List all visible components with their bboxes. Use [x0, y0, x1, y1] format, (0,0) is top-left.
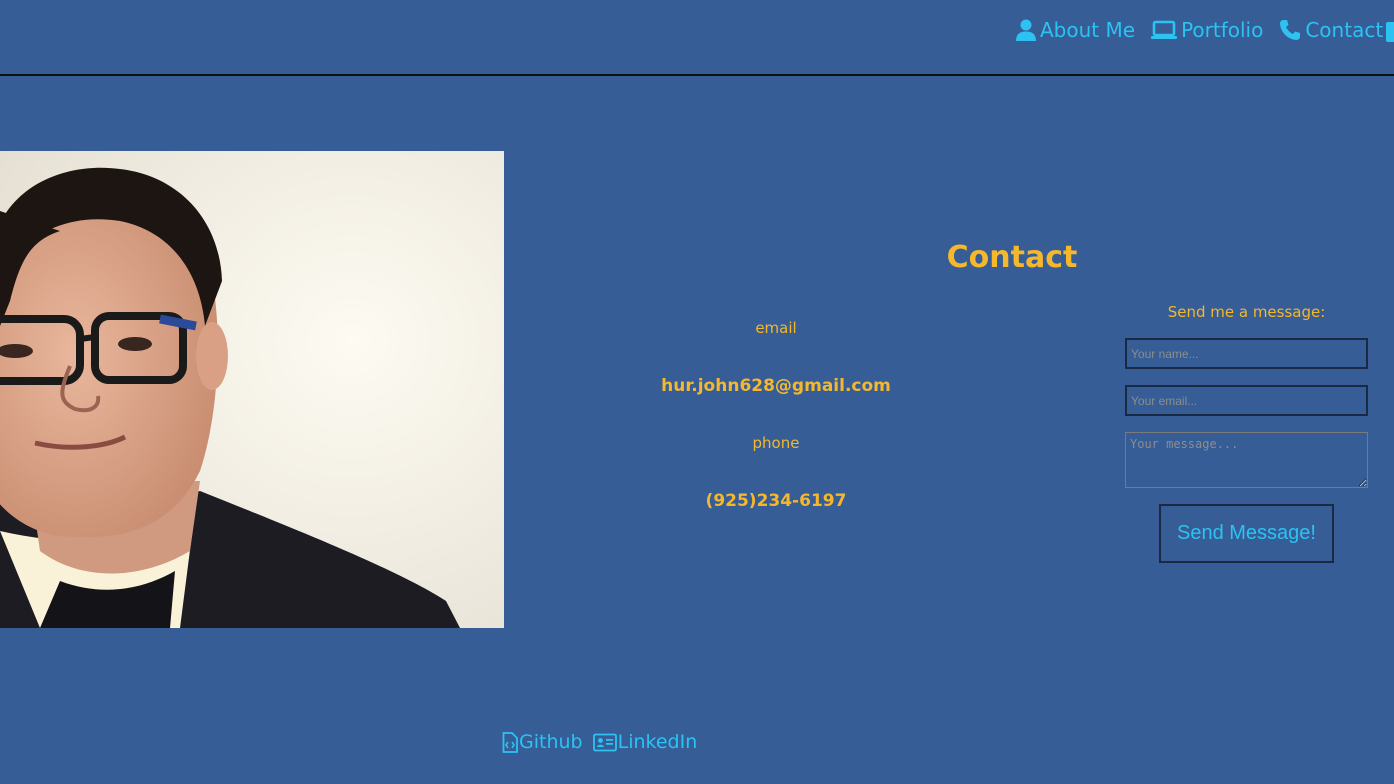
- linkedin-label: LinkedIn: [617, 731, 698, 753]
- user-icon: [1016, 19, 1036, 41]
- nav-link-about-me[interactable]: About Me: [1016, 18, 1135, 42]
- message-textarea[interactable]: [1125, 432, 1368, 488]
- contact-info: email hur.john628@gmail.com phone (925)2…: [626, 318, 926, 512]
- footer-links: Github LinkedIn: [502, 731, 707, 753]
- nav-link-label: About Me: [1040, 18, 1136, 42]
- file-code-icon: [502, 731, 518, 753]
- navbar: About Me Portfolio Contact: [0, 0, 1394, 76]
- laptop-icon: [1151, 20, 1178, 39]
- resume-icon[interactable]: [1386, 22, 1394, 42]
- email-input[interactable]: [1125, 385, 1368, 416]
- contact-title: Contact: [946, 240, 1078, 275]
- portrait-illustration: [0, 151, 504, 628]
- email-label: email: [755, 319, 797, 337]
- github-label: Github: [519, 731, 583, 753]
- id-card-icon: [592, 733, 617, 751]
- name-input[interactable]: [1125, 338, 1368, 369]
- message-form: Send me a message: Send Message!: [1125, 302, 1368, 563]
- phone-icon: [1280, 20, 1301, 40]
- linkedin-link[interactable]: LinkedIn: [592, 731, 698, 753]
- email-value: hur.john628@gmail.com: [661, 376, 891, 396]
- profile-photo: [0, 151, 504, 628]
- nav-link-contact[interactable]: Contact: [1279, 18, 1383, 42]
- github-link[interactable]: Github: [502, 731, 583, 753]
- phone-value: (925)234-6197: [705, 491, 847, 511]
- form-heading: Send me a message:: [1167, 303, 1326, 321]
- nav-link-label: Contact: [1305, 18, 1384, 42]
- nav-link-portfolio[interactable]: Portfolio: [1151, 18, 1263, 42]
- nav-links: About Me Portfolio Contact: [1016, 18, 1394, 42]
- send-message-button[interactable]: Send Message!: [1159, 504, 1334, 563]
- phone-label: phone: [752, 434, 800, 452]
- nav-link-label: Portfolio: [1181, 18, 1264, 42]
